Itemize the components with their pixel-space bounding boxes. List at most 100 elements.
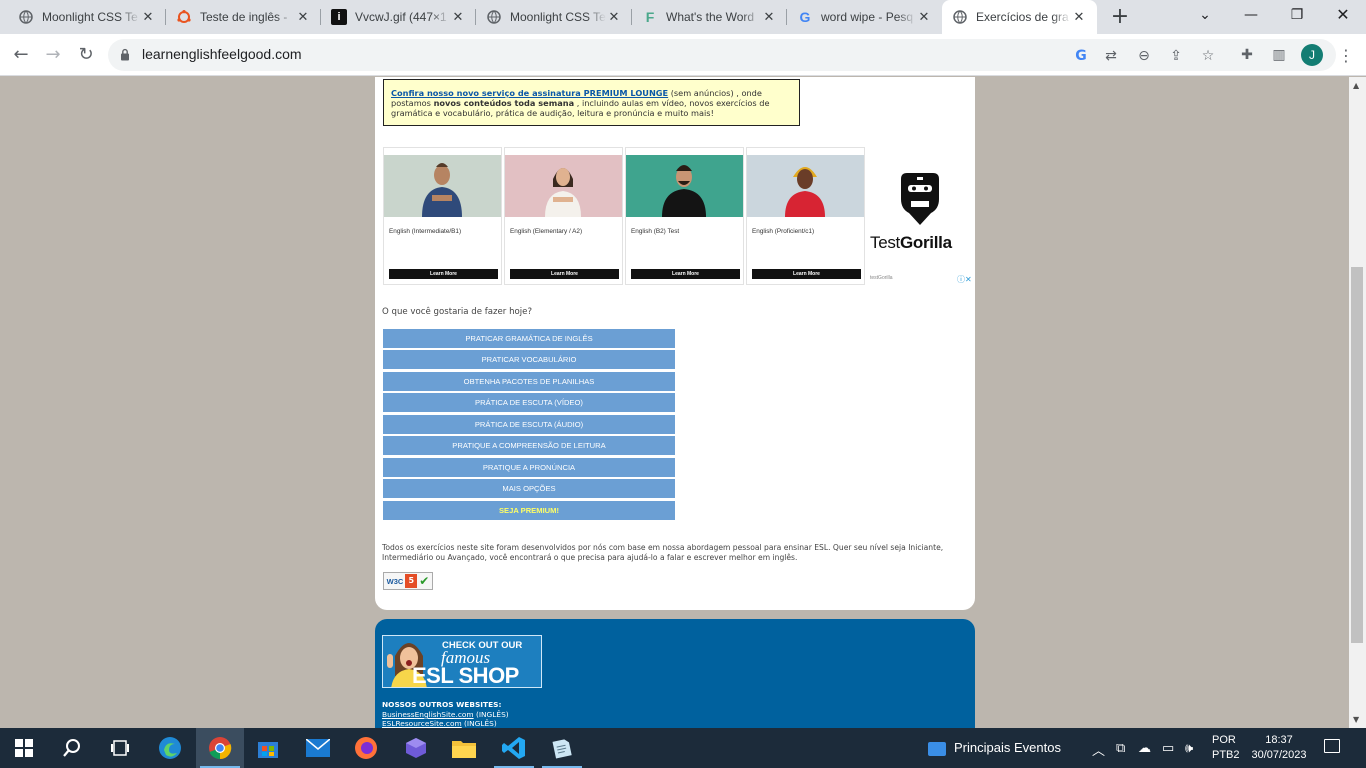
menu-button-listening-video[interactable]: PRÁTICA DE ESCUTA (VÍDEO) (383, 393, 675, 412)
adchoices-icon[interactable]: ⓘ✕ (957, 274, 972, 285)
task-view-button[interactable] (96, 728, 144, 768)
close-icon[interactable]: ✕ (606, 9, 622, 25)
tab-teste-ingles[interactable]: Teste de inglês - ✕ (166, 0, 321, 34)
close-icon[interactable]: ✕ (1071, 9, 1087, 25)
menu-button-vocabulary[interactable]: PRATICAR VOCABULÁRIO (383, 350, 675, 369)
ad-card-a2[interactable]: English (Elementary / A2) Learn More (504, 147, 623, 285)
onedrive-icon[interactable]: ☁ (1138, 740, 1151, 756)
google-lens-icon[interactable]: G (1072, 47, 1090, 65)
ad-card-label: English (Proficient/c1) (752, 228, 815, 235)
vscode-icon (502, 737, 525, 759)
menu-button-reading[interactable]: PRATIQUE A COMPREENSÃO DE LEITURA (383, 436, 675, 455)
volume-icon[interactable]: 🕪 (1185, 740, 1193, 756)
lock-icon[interactable] (120, 48, 130, 61)
premium-lounge-link[interactable]: Confira nosso novo serviço de assinatura… (391, 88, 668, 98)
content-card: Confira nosso novo serviço de assinatura… (375, 77, 975, 610)
menu-button-pronunciation[interactable]: PRATIQUE A PRONÚNCIA (383, 458, 675, 477)
tab-search-icon[interactable]: ⌄ (1182, 0, 1228, 30)
taskbar-firefox[interactable] (342, 728, 390, 768)
start-button[interactable] (0, 728, 48, 768)
learn-more-button[interactable]: Learn More (389, 269, 498, 279)
clock-time: 18:37 (1265, 734, 1293, 746)
taskbar-chrome[interactable] (196, 728, 244, 768)
search-button[interactable] (48, 728, 96, 768)
learn-more-button[interactable]: Learn More (631, 269, 740, 279)
site-lang: (INGLÊS) (461, 719, 497, 728)
page-scrollbar[interactable]: ▲ ▼ (1349, 77, 1366, 728)
brand-light: Test (870, 233, 900, 252)
menu-button-listening-audio[interactable]: PRÁTICA DE ESCUTA (ÁUDIO) (383, 415, 675, 434)
language-indicator[interactable]: POR PTB2 (1212, 733, 1240, 763)
testgorilla-wordmark[interactable]: TestGorilla (870, 233, 970, 253)
w3c-label: W3C (386, 576, 404, 586)
taskbar-app[interactable] (392, 728, 440, 768)
ad-card-b2[interactable]: English (B2) Test Learn More (625, 147, 744, 285)
tab-whats-the-word[interactable]: F What's the Word ✕ (632, 0, 787, 34)
google-icon: G (799, 9, 811, 25)
bookmark-star-icon[interactable]: ☆ (1199, 47, 1217, 65)
taskbar-vscode[interactable] (490, 728, 538, 768)
back-icon[interactable]: ← (8, 42, 34, 68)
profile-avatar[interactable]: J (1301, 44, 1323, 66)
tab-gif[interactable]: i VvcwJ.gif (447×1 ✕ (321, 0, 476, 34)
tray-chevron-icon[interactable]: ︿ (1092, 740, 1105, 759)
ad-source-label: testGorilla (870, 275, 893, 281)
ad-card-b1[interactable]: English (Intermediate/B1) Learn More (383, 147, 502, 285)
w3c-html5-badge[interactable]: W3C 5 ✔ (383, 572, 433, 590)
scrollbar-thumb[interactable] (1351, 267, 1363, 643)
close-icon[interactable]: ✕ (916, 9, 932, 25)
restore-icon[interactable]: ❐ (1274, 0, 1320, 30)
meet-now-icon[interactable]: ⧉ (1116, 740, 1125, 756)
notifications-icon[interactable] (1324, 739, 1340, 753)
close-icon[interactable]: ✕ (295, 9, 311, 25)
taskbar-file-explorer[interactable] (440, 728, 488, 768)
zoom-icon[interactable]: ⊖ (1135, 47, 1153, 65)
minimize-icon[interactable]: — (1228, 0, 1274, 30)
promo-text-bold: novos conteúdos toda semana (433, 98, 575, 108)
task-view-icon (111, 740, 129, 756)
scroll-up-icon[interactable]: ▲ (1353, 81, 1359, 90)
menu-button-more-options[interactable]: MAIS OPÇÕES (383, 479, 675, 498)
share-icon[interactable]: ⇪ (1167, 47, 1185, 65)
esl-resource-link[interactable]: ESLResourceSite.com (382, 719, 462, 728)
tab-title: Moonlight CSS Te (42, 10, 138, 24)
tab-moonlight-2[interactable]: Moonlight CSS Te ✕ (476, 0, 632, 34)
new-tab-button[interactable]: + (1108, 4, 1132, 30)
close-icon[interactable]: ✕ (450, 9, 466, 25)
edge-icon (159, 737, 181, 759)
forward-icon[interactable]: → (40, 42, 66, 68)
taskbar-mail[interactable] (294, 728, 342, 768)
globe-icon (18, 9, 34, 25)
close-window-icon[interactable]: ✕ (1320, 0, 1366, 30)
menu-button-premium[interactable]: SEJA PREMIUM! (383, 501, 675, 520)
reload-icon[interactable]: ↻ (73, 42, 99, 68)
taskbar-notepad[interactable] (538, 728, 586, 768)
mail-icon (306, 739, 330, 757)
news-widget[interactable]: Principais Eventos (928, 740, 1061, 756)
esl-shop-banner[interactable]: CHECK OUT OUR famous ESL SHOP (382, 635, 542, 688)
taskbar-store[interactable] (244, 728, 292, 768)
tab-moonlight-1[interactable]: Moonlight CSS Te ✕ (8, 0, 166, 34)
close-icon[interactable]: ✕ (761, 9, 777, 25)
business-english-link[interactable]: BusinessEnglishSite.com (382, 710, 474, 719)
learn-more-button[interactable]: Learn More (510, 269, 619, 279)
tab-exercicios[interactable]: Exercícios de gra ✕ (942, 0, 1097, 34)
ad-card-c1[interactable]: English (Proficient/c1) Learn More (746, 147, 865, 285)
address-bar[interactable]: learnenglishfeelgood.com G ⇄ ⊖ ⇪ ☆ (108, 39, 1336, 71)
taskbar-edge[interactable] (146, 728, 194, 768)
store-icon (258, 742, 278, 758)
menu-button-worksheets[interactable]: OBTENHA PACOTES DE PLANILHAS (383, 372, 675, 391)
translate-icon[interactable]: ⇄ (1102, 47, 1120, 65)
network-icon[interactable]: ▭ (1162, 740, 1174, 756)
learn-more-button[interactable]: Learn More (752, 269, 861, 279)
scroll-down-icon[interactable]: ▼ (1353, 715, 1359, 724)
side-panel-icon[interactable]: ▥ (1270, 46, 1288, 64)
tab-title: Moonlight CSS Te (510, 10, 606, 24)
menu-button-grammar[interactable]: PRATICAR GRAMÁTICA DE INGLÊS (383, 329, 675, 348)
clock[interactable]: 18:37 30/07/2023 (1248, 733, 1310, 763)
tab-word-wipe[interactable]: G word wipe - Pesq ✕ (787, 0, 942, 34)
menu-icon[interactable]: ⋮ (1338, 46, 1354, 65)
globe-icon (952, 9, 968, 25)
extensions-icon[interactable]: ✚ (1238, 46, 1256, 64)
close-icon[interactable]: ✕ (140, 9, 156, 25)
